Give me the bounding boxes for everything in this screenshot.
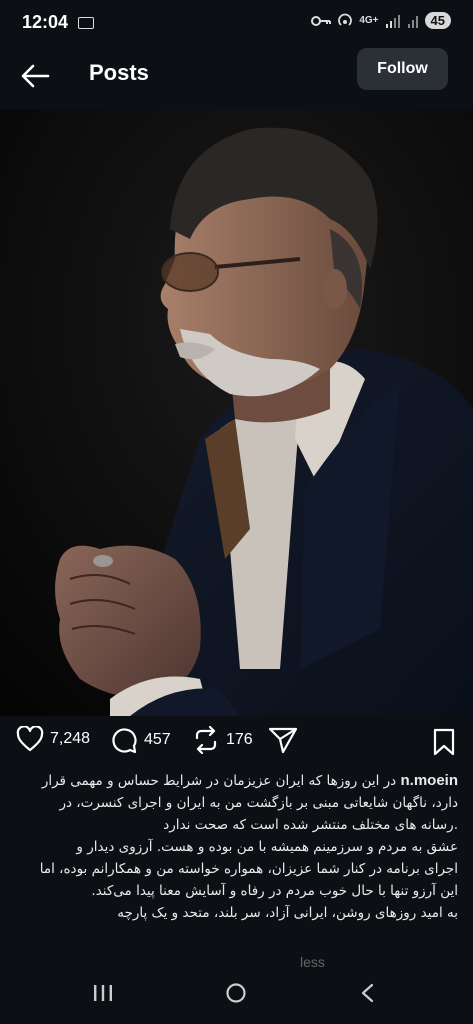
comment-icon [112, 728, 137, 754]
caption-line-3: .رسانه های مختلف منتشر شده است که صحت ند… [163, 817, 458, 833]
portrait-photo [0, 109, 473, 716]
caption-line-7: به امید روزهای روشن، ایرانی آزاد، سر بلن… [117, 905, 458, 921]
status-icons: 4G+ 45 [311, 12, 451, 29]
bookmark-icon [433, 728, 455, 756]
follow-button[interactable]: Follow [357, 48, 448, 90]
repost-button[interactable]: 176 [192, 726, 253, 754]
notification-icon [78, 17, 94, 29]
less-link[interactable]: less [300, 954, 325, 968]
comment-button[interactable]: 457 [110, 726, 171, 754]
caption-line-1: n.moein در این روزها که ایران عزیزمان در… [41, 772, 458, 789]
caption-line-6: این آرزو تنها با حال خوب مردم در رفاه و … [91, 883, 458, 899]
like-count: 7,248 [50, 730, 91, 747]
caption-line-4: عشق به مردم و سرزمینم همیشه با من بوده و… [76, 839, 458, 855]
repost-count: 176 [226, 731, 253, 748]
network-type: 4G+ [359, 15, 379, 26]
signal-icon [385, 14, 400, 28]
signal-icon-2 [407, 15, 418, 28]
comment-count: 457 [144, 731, 171, 748]
recent-apps-icon [94, 985, 112, 1001]
back-button[interactable] [18, 60, 52, 92]
post-image[interactable] [0, 109, 473, 716]
header: Posts Follow [0, 46, 473, 106]
home-icon [226, 983, 246, 1003]
system-back-button[interactable] [357, 982, 379, 1009]
repost-icon [195, 726, 217, 754]
page-title: Posts [89, 60, 149, 85]
status-time: 12:04 [22, 12, 69, 32]
system-nav-bar [0, 968, 473, 1024]
caption-line-2: دارد، ناگهان شایعاتی مبنی بر بازگشت من ب… [59, 795, 458, 811]
recent-apps-button[interactable] [92, 982, 114, 1009]
hotspot-icon [338, 13, 353, 26]
share-button[interactable] [268, 726, 298, 754]
status-bar: 12:04 4G+ 45 [0, 0, 473, 46]
chevron-left-icon [361, 983, 374, 1003]
home-button[interactable] [225, 982, 247, 1009]
save-button[interactable] [432, 728, 456, 761]
post-actions: 7,248 457 176 [0, 726, 473, 762]
key-icon [311, 15, 332, 26]
post-caption: n.moein در این روزها که ایران عزیزمان در… [14, 770, 458, 924]
like-button[interactable]: 7,248 [16, 726, 90, 752]
arrow-left-icon [21, 64, 50, 88]
caption-line-5: اجرای برنامه در کنار شما عزیزان، همواره … [39, 861, 458, 877]
battery-level: 45 [424, 12, 451, 29]
heart-icon [16, 726, 44, 752]
send-icon [268, 727, 298, 754]
username-link[interactable]: n.moein [400, 772, 458, 789]
